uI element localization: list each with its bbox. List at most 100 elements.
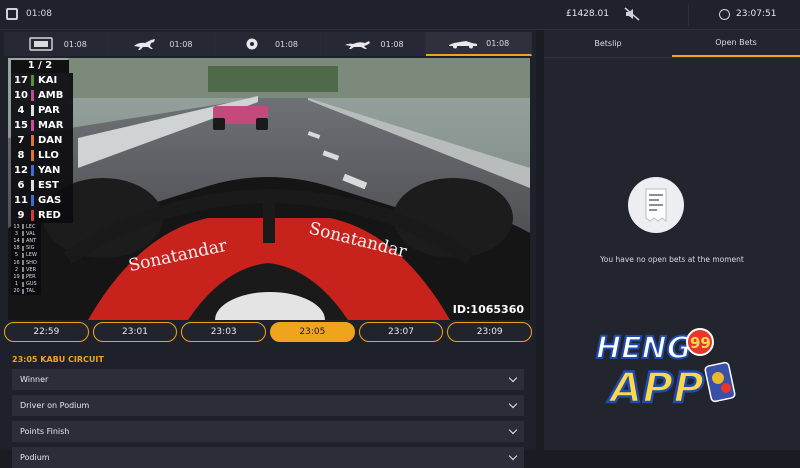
race-time-button[interactable]: 22:59 [4,322,89,342]
team-color-bar [22,224,24,230]
race-time-button[interactable]: 23:05 [270,322,355,342]
standings-row: 11 GAS [11,193,73,208]
driver-position: 3 [14,230,19,237]
logo-heng: HENG [596,331,691,366]
race-time-button[interactable]: 23:09 [447,322,533,342]
standings-mini-list: 13 LEC 3 VAL 14 ANT 18 SIG 5 LEW 16 SHO 2 VER 19 PER 1 GU… [11,223,73,295]
tab-time: 01:08 [169,39,193,49]
driver-position: 13 [13,223,20,230]
tab-motor-racing[interactable]: 01:08 [426,32,532,56]
tab-time: 01:08 [274,39,299,49]
standings-row: 6 EST [11,178,73,193]
driver-position: 12 [14,165,28,176]
race-time-button[interactable]: 23:07 [358,322,444,342]
driver-code: PER [26,273,36,280]
driver-position: 4 [17,105,25,116]
team-color-bar [22,288,24,294]
standings-mini-row: 1 GUS [11,280,41,288]
driver-code: KAI [38,75,58,86]
team-color-bar [22,245,24,251]
driver-position: 1 [14,281,19,288]
team-color-bar [31,210,34,221]
team-color-bar [22,267,24,273]
chevron-down-icon [508,399,518,409]
logo-app: APP [607,363,704,410]
standings-row: 15 MAR [11,118,73,133]
driver-position: 18 [13,245,20,252]
standings-row: 10 AMB [11,88,73,103]
tab-football[interactable]: 01:08 [215,32,321,56]
market-row[interactable]: Winner [12,369,524,390]
driver-position: 8 [17,150,25,161]
driver-code: RED [38,210,61,221]
event-id: ID:1065360 [452,303,524,316]
driver-position: 6 [17,180,25,191]
tab-open-bets[interactable]: Open Bets [672,30,800,57]
sport-tabs: 01:08 01:08 01:08 01:08 01:08 [4,32,532,56]
team-color-bar [31,150,34,161]
standings-row: 12 YAN [11,163,73,178]
driver-position: 16 [13,259,20,266]
standings-mini-row: 19 PER [11,273,41,281]
team-color-bar [31,195,34,206]
driver-code: VER [26,266,37,273]
tab-time: 01:08 [63,39,87,49]
top-bar-time: 01:08 [26,9,52,19]
driver-code: DAN [38,135,63,146]
football-icon [246,38,258,50]
team-color-bar [31,105,34,116]
tab-betslip[interactable]: Betslip [544,30,672,57]
standings-mini-row: 5 LEW [11,251,41,259]
team-color-bar [22,260,24,266]
lap-counter: 1 / 2 [11,60,69,73]
driver-code: GAS [38,195,62,206]
standings-list: 17 KAI 10 AMB 4 PAR 15 MAR 7 DAN 8 LLO 12 YAN 6 EST 11 GA… [11,73,73,223]
race-time-selector: 22:59 23:01 23:03 23:05 23:07 23:09 [4,322,533,346]
driver-position: 20 [13,288,20,295]
driver-code: GUS [26,281,37,288]
market-row[interactable]: Points Finish [12,421,524,442]
mute-icon[interactable] [624,7,640,21]
driver-code: MAR [38,120,64,131]
betslip-tabs: Betslip Open Bets [544,30,800,58]
standings-row: 7 DAN [11,133,73,148]
standings-mini-row: 13 LEC [11,223,41,231]
race-scene: Sonatandar Sonatandar [8,58,530,320]
driver-position: 14 [13,237,20,244]
driver-code: YAN [38,165,61,176]
driver-code: LEW [26,252,37,259]
tv-icon[interactable] [6,8,18,20]
driver-position: 5 [14,252,19,259]
standings-mini-row: 20 TAL [11,287,41,295]
standings-row: 17 KAI [11,73,73,88]
tab-greyhounds[interactable]: 01:08 [320,32,427,56]
driver-code: PAR [38,105,60,116]
tab-tv[interactable]: 01:08 [4,32,110,56]
market-label: Points Finish [20,427,70,436]
standings-board: 1 / 2 17 KAI 10 AMB 4 PAR 15 MAR 7 DAN 8 LLO 12 YAN 6 E… [11,60,73,295]
chevron-down-icon [508,425,518,435]
driver-position: 10 [14,90,28,101]
market-row[interactable]: Driver on Podium [12,395,524,416]
market-label: Driver on Podium [20,401,90,410]
race-video[interactable]: Sonatandar Sonatandar 1 / 2 17 KAI 10 AMB 4 P… [8,58,530,320]
team-color-bar [22,238,24,244]
driver-code: AMB [38,90,64,101]
driver-code: LEC [26,223,36,230]
top-bar: 01:08 £1428.01 23:07:51 [0,0,800,30]
race-car-icon [449,41,478,49]
clock-time: 23:07:51 [736,9,777,19]
event-panel: 01:08 01:08 01:08 01:08 01:08 Sonatandar… [0,30,536,468]
driver-position: 19 [13,273,20,280]
race-title: 23:05 KABU CIRCUIT [12,355,104,364]
driver-code: EST [38,180,59,191]
race-time-button[interactable]: 23:03 [181,322,267,342]
heng99-app-logo: HENG 99 APP [595,328,736,410]
driver-position: 11 [14,195,28,206]
clock: 23:07:51 [688,4,800,26]
race-time-button[interactable]: 23:01 [92,322,178,342]
team-color-bar [22,274,24,280]
market-row[interactable]: Podium [12,447,524,468]
tab-horse-racing[interactable]: 01:08 [109,32,216,56]
team-color-bar [31,120,34,131]
